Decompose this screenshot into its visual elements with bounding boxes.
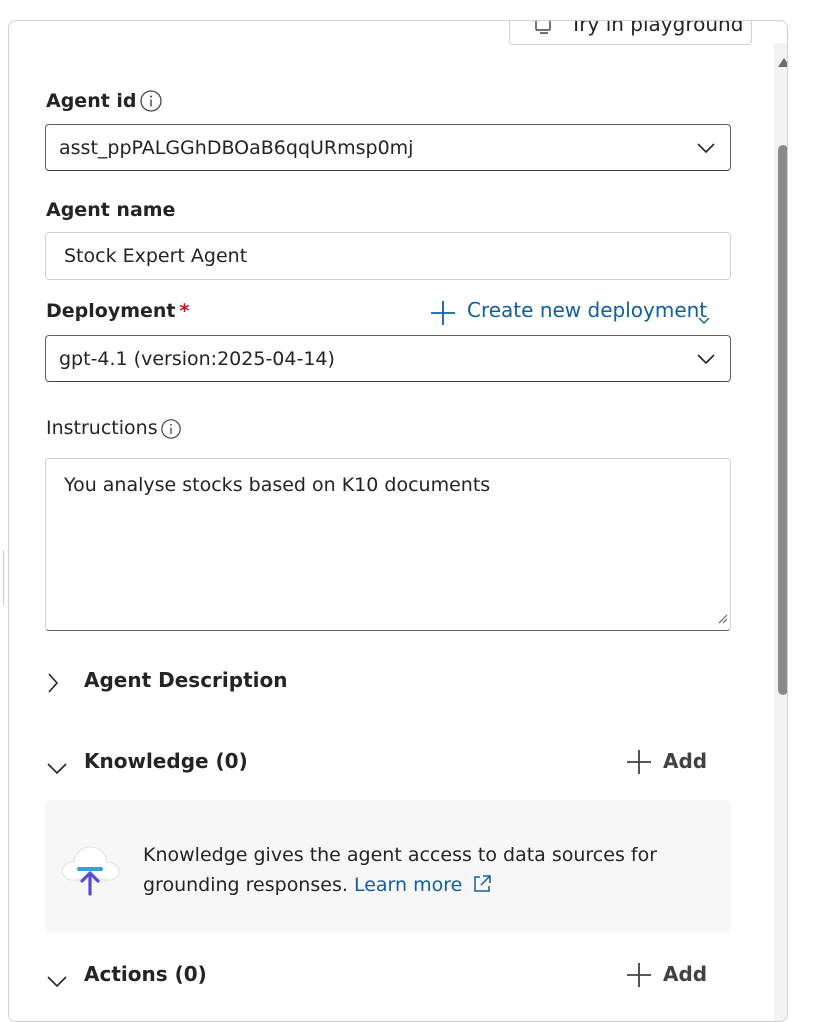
deployment-dropdown[interactable]: gpt-4.1 (version:2025-04-14) xyxy=(45,335,731,382)
chevron-down-icon xyxy=(46,970,68,994)
knowledge-title: Knowledge (0) xyxy=(84,749,248,773)
try-in-playground-label: Try in playground xyxy=(570,21,744,36)
scrollbar-thumb[interactable] xyxy=(778,145,787,695)
agent-setup-panel: Try in playground Agent id asst_ppPALGGh… xyxy=(8,20,788,1022)
actions-add-button[interactable]: Add xyxy=(626,962,716,992)
create-new-deployment-label: Create new deployment xyxy=(467,298,708,322)
actions-section-toggle[interactable]: Actions (0) xyxy=(46,962,346,992)
knowledge-add-button[interactable]: Add xyxy=(626,749,716,779)
agent-id-value: asst_ppPALGGhDBOaB6qqURmsp0mj xyxy=(59,137,414,159)
instructions-label: Instructions xyxy=(46,417,158,439)
chevron-down-icon xyxy=(696,140,716,159)
agent-id-dropdown[interactable]: asst_ppPALGGhDBOaB6qqURmsp0mj xyxy=(45,124,731,171)
panel-resize-handle[interactable] xyxy=(3,550,4,606)
knowledge-empty-state: Knowledge gives the agent access to data… xyxy=(45,800,731,932)
knowledge-section-toggle[interactable]: Knowledge (0) xyxy=(46,749,346,779)
agent-name-input[interactable]: Stock Expert Agent xyxy=(45,232,731,280)
required-marker: * xyxy=(179,300,190,322)
actions-title: Actions (0) xyxy=(84,962,207,986)
actions-add-label: Add xyxy=(663,962,708,986)
agent-id-label: Agent id xyxy=(46,90,137,112)
vertical-scrollbar[interactable] xyxy=(774,43,787,1021)
chevron-down-icon xyxy=(696,351,716,370)
deployment-value: gpt-4.1 (version:2025-04-14) xyxy=(59,348,335,370)
instructions-textarea[interactable]: You analyse stocks based on K10 document… xyxy=(45,458,731,631)
resize-grip-icon[interactable] xyxy=(716,609,728,628)
knowledge-description: Knowledge gives the agent access to data… xyxy=(143,840,703,903)
external-link-icon[interactable] xyxy=(472,873,492,903)
chevron-down-icon xyxy=(46,757,68,781)
learn-more-link[interactable]: Learn more xyxy=(354,874,462,896)
plus-icon xyxy=(430,300,456,331)
chevron-right-icon xyxy=(46,672,60,699)
chevron-down-icon xyxy=(698,306,710,330)
deployment-label: Deployment * xyxy=(46,300,190,322)
instructions-value: You analyse stocks based on K10 document… xyxy=(64,474,491,496)
cloud-upload-icon xyxy=(59,840,121,900)
instructions-info-icon[interactable] xyxy=(160,418,182,444)
agent-name-label: Agent name xyxy=(46,199,176,221)
plus-icon xyxy=(626,962,652,993)
agent-id-info-icon[interactable] xyxy=(139,89,163,117)
agent-name-value: Stock Expert Agent xyxy=(64,245,248,267)
playground-icon xyxy=(534,21,554,41)
knowledge-add-label: Add xyxy=(663,749,708,773)
agent-description-title: Agent Description xyxy=(84,668,288,692)
agent-description-section-toggle[interactable]: Agent Description xyxy=(46,668,346,698)
try-in-playground-button[interactable]: Try in playground xyxy=(509,21,752,45)
scroll-up-arrow-icon[interactable] xyxy=(777,53,787,72)
plus-icon xyxy=(626,749,652,780)
